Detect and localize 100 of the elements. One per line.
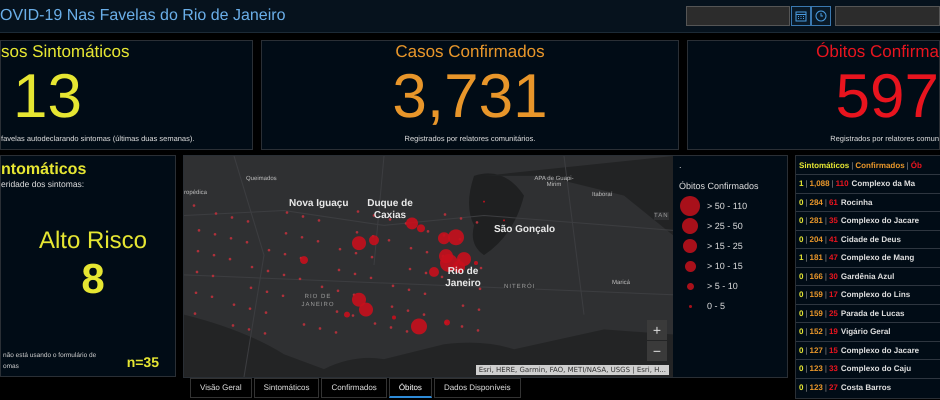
ranking-row[interactable]: 0 | 123 | 27 Costa Barros (796, 378, 940, 396)
legend-circle-icon (682, 218, 698, 234)
death-count: 17 (828, 290, 838, 300)
ranking-row[interactable]: 0 | 281 | 35 Complexo do Jacare (796, 211, 940, 230)
ranking-row[interactable]: 0 | 159 | 25 Parada de Lucas (796, 304, 940, 322)
legend-circle-icon (684, 260, 696, 272)
time-field[interactable] (835, 6, 940, 26)
sample-count: n=35 (126, 354, 159, 370)
card-title: Óbitos Confirma (816, 42, 939, 62)
date-field[interactable] (686, 6, 790, 26)
calendar-icon (795, 10, 807, 22)
card-value: 13 (13, 62, 82, 132)
confirmed-count: 159 (810, 308, 823, 318)
separator-text: | (824, 216, 827, 226)
dashboard-title: OVID-19 Nas Favelas do Rio de Janeiro (0, 7, 286, 25)
symptomatic-count: 0 (799, 290, 804, 300)
risk-category: Alto Risco (38, 227, 148, 255)
separator-text: | (805, 216, 808, 226)
favela-name: Complexo da Ma (852, 179, 916, 188)
tab[interactable]: Óbitos (388, 378, 432, 398)
card-value: 3,731 (392, 62, 548, 132)
ranking-row[interactable]: 0 | 166 | 30 Gardênia Azul (796, 266, 940, 285)
zoom-out-button[interactable]: − (647, 341, 667, 361)
tab[interactable]: Visão Geral (190, 378, 252, 398)
separator-text: | (824, 364, 827, 374)
separator-text: | (805, 234, 808, 244)
separator-text: | (906, 160, 909, 170)
ranking-row[interactable]: 1 | 181 | 47 Complexo de Mang (796, 248, 940, 266)
map-label: Nova Iguaçu (289, 198, 348, 210)
symptomatic-count: 1 (799, 179, 804, 188)
map-label: Duque de Caxias (366, 198, 414, 222)
separator-text: | (805, 198, 808, 207)
ranking-row[interactable]: 0 | 284 | 61 Rocinha (796, 192, 940, 211)
death-count: 33 (828, 364, 838, 374)
ranking-row[interactable]: 0 | 152 | 19 Vigário Geral (796, 322, 940, 340)
ranking-row[interactable]: 0 | 123 | 33 Complexo do Caju (796, 359, 940, 378)
separator-text: | (805, 382, 808, 392)
ranking-row[interactable]: 0 | 127 | 15 Complexo do Jacare (796, 340, 940, 359)
ranking-row[interactable]: 0 | 204 | 41 Cidade de Deus (796, 230, 940, 248)
death-count: 110 (836, 179, 849, 188)
separator-text: | (824, 253, 827, 262)
ranking-row[interactable]: 0 | 159 | 17 Complexo do Lins (796, 285, 940, 304)
tab[interactable]: Confirmados (321, 378, 387, 398)
death-count: 30 (828, 272, 838, 281)
death-count: 61 (828, 198, 838, 207)
confirmed-count: 281 (810, 216, 823, 226)
favela-name: Gardênia Azul (840, 272, 894, 281)
favela-name: Vigário Geral (840, 327, 891, 336)
legend-label: > 15 - 25 (707, 241, 743, 251)
tab[interactable]: Dados Disponíveis (434, 378, 521, 398)
legend-label: > 25 - 50 (707, 221, 743, 231)
symptomatic-count: 0 (799, 308, 804, 318)
legend-circle-icon (686, 282, 694, 290)
separator-text: | (824, 346, 827, 355)
confirmed-count: 1,088 (810, 179, 830, 188)
favela-name: Complexo de Mang (840, 253, 914, 262)
death-count: 15 (828, 346, 838, 355)
separator-text: | (805, 327, 808, 336)
favela-name: Cidade de Deus (840, 234, 901, 244)
separator-text: | (832, 179, 834, 188)
confirmed-count: 123 (810, 364, 823, 374)
calendar-button[interactable] (791, 6, 811, 26)
favela-name: Complexo do Caju (840, 364, 912, 374)
legend-label: 0 - 5 (707, 301, 726, 311)
zoom-in-button[interactable]: + (647, 320, 667, 340)
tab[interactable]: Sintomáticos (254, 378, 320, 398)
column-heading: Confirmados (855, 160, 905, 170)
confirmed-count: 152 (810, 327, 823, 336)
separator-text: | (824, 272, 827, 281)
symptomatic-count: 1 (799, 253, 804, 262)
separator-text: | (805, 272, 808, 281)
death-count: 41 (828, 234, 838, 244)
separator-text: | (824, 290, 827, 300)
death-count: 47 (828, 253, 838, 262)
symptomatic-count: 0 (799, 346, 804, 355)
death-count: 19 (828, 327, 838, 336)
separator-text: | (805, 253, 808, 262)
column-heading: Ób (910, 160, 922, 170)
separator-text: | (805, 364, 808, 374)
card-title: sos Sintomáticos (1, 42, 130, 62)
legend-label: > 50 - 110 (707, 201, 748, 211)
separator-text: | (805, 179, 808, 188)
legend-label: > 10 - 15 (707, 261, 743, 271)
separator-text: | (824, 308, 827, 318)
favela-name: Parada de Lucas (840, 308, 904, 318)
symptomatic-count: 0 (799, 216, 804, 226)
separator-text: | (851, 160, 854, 170)
legend-title: Óbitos Confirmados (679, 181, 760, 191)
clock-button[interactable] (811, 6, 831, 26)
card-title: Casos Confirmados (395, 42, 545, 62)
ranking-row[interactable]: 1 | 1,088 | 110 Complexo da Ma (796, 174, 940, 192)
separator-text: | (824, 198, 827, 207)
favela-name: Complexo do Lins (840, 290, 910, 300)
symptomatic-count: 0 (799, 234, 804, 244)
death-count: 35 (828, 216, 838, 226)
separator-text: | (805, 290, 808, 300)
death-count: 27 (828, 382, 838, 392)
symptomatic-count: 0 (799, 272, 804, 281)
symptomatic-count: 0 (799, 382, 804, 392)
confirmed-count: 181 (810, 253, 823, 262)
